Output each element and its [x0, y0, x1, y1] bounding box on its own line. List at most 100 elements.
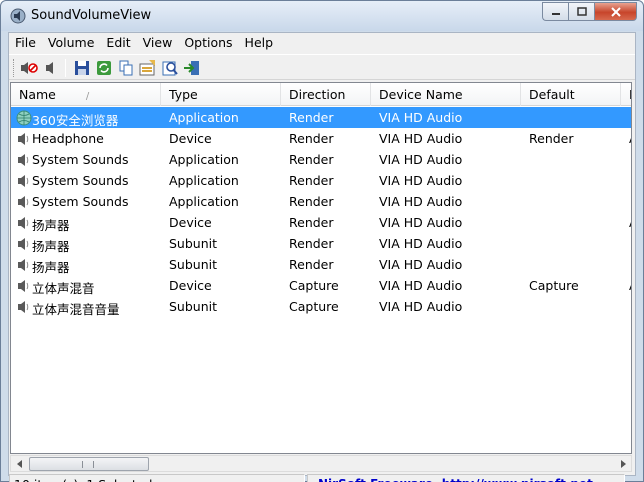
- speaker-icon: [18, 175, 29, 187]
- cell-type: Application: [169, 194, 239, 209]
- refresh-button[interactable]: [94, 58, 114, 78]
- cell-type: Subunit: [169, 236, 218, 251]
- cell-type: Application: [169, 110, 239, 125]
- cell-type: Device: [169, 131, 212, 146]
- speaker-icon: [18, 280, 29, 292]
- speaker-icon: [18, 238, 29, 250]
- cell-direction: Render: [289, 131, 334, 146]
- cell-direction: Render: [289, 110, 334, 125]
- cell-name: 立体声混音音量: [32, 302, 120, 317]
- cell-name: 扬声器: [32, 239, 70, 254]
- properties-button[interactable]: [138, 58, 158, 78]
- menu-edit[interactable]: Edit: [100, 33, 136, 53]
- cell-direction: Render: [289, 215, 334, 230]
- table-row[interactable]: 扬声器 Device Render VIA HD Audio A: [11, 212, 631, 233]
- cell-device: VIA HD Audio: [379, 236, 463, 251]
- cell-device: VIA HD Audio: [379, 299, 463, 314]
- cell-device: VIA HD Audio: [379, 215, 463, 230]
- column-header-direction[interactable]: Direction: [281, 83, 371, 106]
- maximize-button[interactable]: [568, 2, 594, 21]
- save-icon: [75, 61, 89, 75]
- column-header-type[interactable]: Type: [161, 83, 281, 106]
- column-header-name[interactable]: Name /: [11, 83, 161, 106]
- minimize-button[interactable]: [542, 2, 568, 21]
- column-header-d[interactable]: D: [621, 83, 631, 106]
- speaker-icon: [18, 259, 29, 271]
- cell-device: VIA HD Audio: [379, 173, 463, 188]
- properties-icon: [139, 60, 155, 76]
- cell-name: System Sounds: [32, 173, 129, 188]
- cell-direction: Render: [289, 194, 334, 209]
- sort-ascending-icon: /: [85, 91, 90, 102]
- menu-bar: File Volume Edit View Options Help: [9, 33, 635, 53]
- toolbar-grip[interactable]: [13, 59, 16, 77]
- speaker-icon: [18, 301, 29, 313]
- close-button[interactable]: [594, 2, 637, 21]
- cell-type: Device: [169, 278, 212, 293]
- menu-help[interactable]: Help: [239, 33, 280, 53]
- exit-icon: [184, 61, 199, 75]
- column-header-default[interactable]: Default: [521, 83, 621, 106]
- audio-items-list[interactable]: Name / Type Direction Device Name Default…: [10, 82, 632, 454]
- cell-device: VIA HD Audio: [379, 278, 463, 293]
- window-controls: [542, 2, 637, 21]
- mute-icon: [21, 62, 38, 74]
- title-bar[interactable]: SoundVolumeView: [1, 1, 643, 31]
- cell-type: Device: [169, 215, 212, 230]
- menu-volume[interactable]: Volume: [42, 33, 101, 53]
- cell-d: A: [629, 278, 631, 293]
- cell-device: VIA HD Audio: [379, 257, 463, 272]
- exit-button[interactable]: [182, 58, 202, 78]
- copy-button[interactable]: [116, 58, 136, 78]
- table-row[interactable]: 360安全浏览器 Application Render VIA HD Audio: [11, 107, 631, 128]
- column-header: Name / Type Direction Device Name Default…: [11, 83, 631, 106]
- cell-name: 扬声器: [32, 218, 70, 233]
- cell-type: Subunit: [169, 299, 218, 314]
- window-title: SoundVolumeView: [31, 8, 152, 23]
- speaker-icon: [18, 154, 29, 166]
- copy-icon: [119, 60, 133, 76]
- status-nirsoft-link[interactable]: NirSoft Freeware. http://www.nirsoft.net: [307, 474, 625, 482]
- find-button[interactable]: [160, 58, 180, 78]
- table-row[interactable]: 扬声器 Subunit Render VIA HD Audio: [11, 233, 631, 254]
- cell-device: VIA HD Audio: [379, 110, 463, 125]
- table-row[interactable]: 扬声器 Subunit Render VIA HD Audio: [11, 254, 631, 275]
- unmute-button[interactable]: [41, 58, 61, 78]
- cell-type: Subunit: [169, 257, 218, 272]
- status-bar: 10 item(s), 1 Selected NirSoft Freeware.…: [9, 454, 635, 482]
- cell-direction: Render: [289, 152, 334, 167]
- cell-name: Headphone: [32, 131, 104, 146]
- cell-direction: Render: [289, 236, 334, 251]
- menu-options[interactable]: Options: [178, 33, 238, 53]
- app-window: SoundVolumeView File Volume Edit View Op…: [0, 0, 644, 482]
- column-header-device-name[interactable]: Device Name: [371, 83, 521, 106]
- cell-direction: Capture: [289, 278, 339, 293]
- table-row[interactable]: System Sounds Application Render VIA HD Aud…: [11, 149, 631, 170]
- cell-default: Render: [529, 131, 574, 146]
- unmute-icon: [46, 62, 53, 74]
- cell-name: 360安全浏览器: [32, 113, 119, 128]
- save-button[interactable]: [72, 58, 92, 78]
- table-row[interactable]: System Sounds Application Render VIA HD Aud…: [11, 170, 631, 191]
- cell-name: System Sounds: [32, 194, 129, 209]
- close-icon: [610, 6, 621, 17]
- cell-name: 扬声器: [32, 260, 70, 275]
- table-row[interactable]: 立体声混音 Device Capture VIA HD Audio Capture A: [11, 275, 631, 296]
- menu-view[interactable]: View: [137, 33, 179, 53]
- cell-name: System Sounds: [32, 152, 129, 167]
- toolbar: [9, 54, 635, 80]
- minimize-icon: [551, 12, 560, 15]
- cell-device: VIA HD Audio: [379, 194, 463, 209]
- cell-direction: Render: [289, 257, 334, 272]
- menu-file[interactable]: File: [9, 33, 42, 53]
- cell-type: Application: [169, 173, 239, 188]
- mute-button[interactable]: [19, 58, 39, 78]
- speaker-icon: [18, 133, 29, 145]
- table-row[interactable]: 立体声混音音量 Subunit Capture VIA HD Audio: [11, 296, 631, 317]
- table-row[interactable]: System Sounds Application Render VIA HD Aud…: [11, 191, 631, 212]
- client-area: File Volume Edit View Options Help Name …: [8, 32, 636, 482]
- table-row[interactable]: Headphone Device Render VIA HD Audio Render A: [11, 128, 631, 149]
- toolbar-separator: [65, 59, 66, 77]
- cell-device: VIA HD Audio: [379, 152, 463, 167]
- speaker-icon: [18, 217, 29, 229]
